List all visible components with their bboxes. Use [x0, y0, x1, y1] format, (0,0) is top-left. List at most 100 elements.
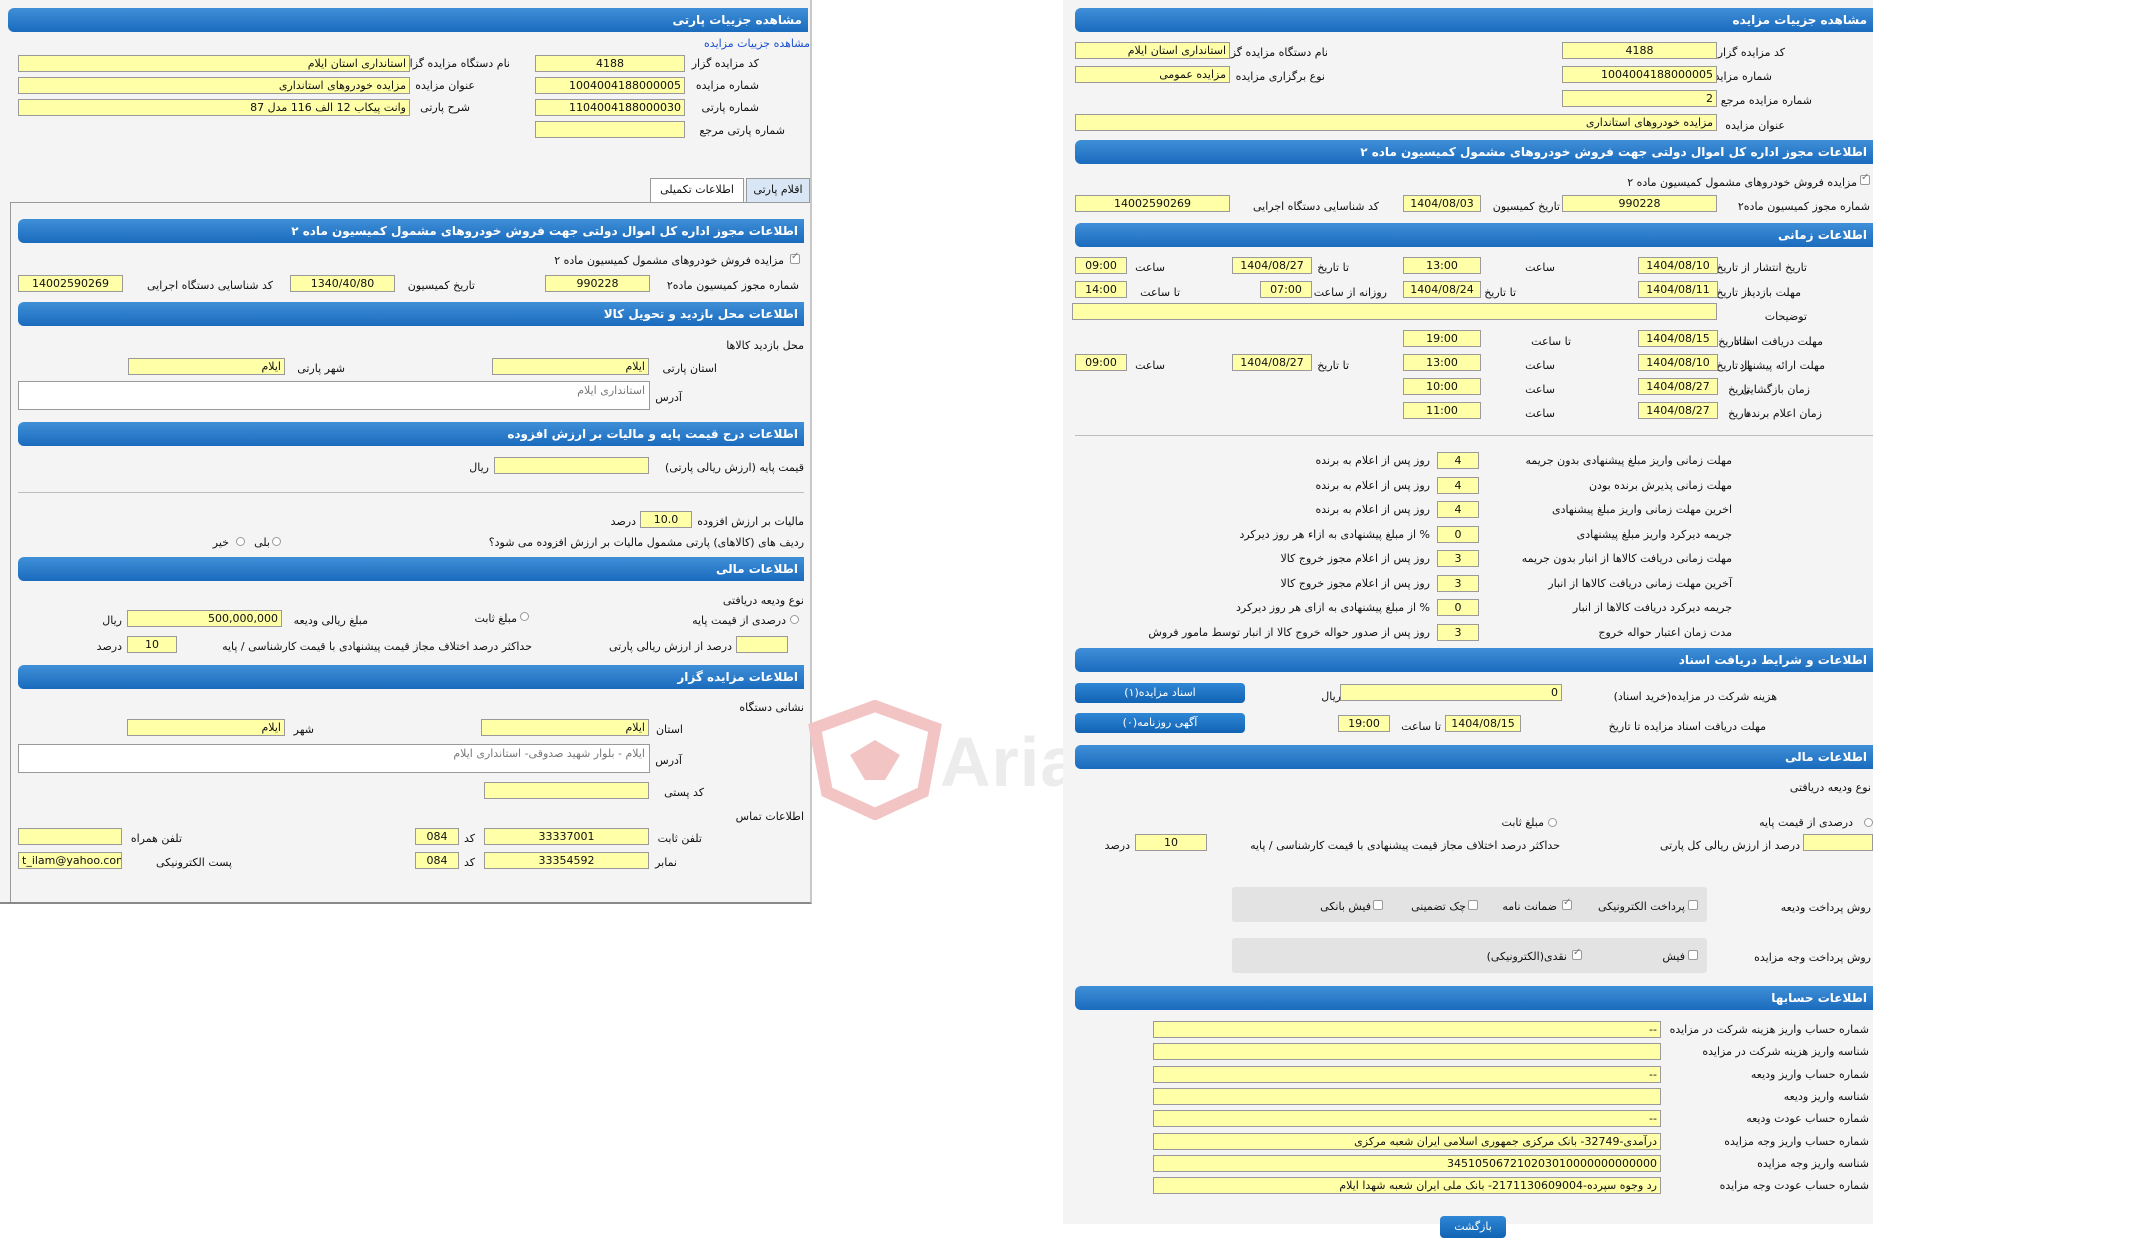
party-ref-field — [535, 121, 685, 138]
account-label: شناسه واریز ودیعه — [1783, 1090, 1869, 1103]
left-finance-bar: اطلاعات مالی — [18, 557, 804, 581]
back-button[interactable]: بازگشت — [1440, 1216, 1506, 1238]
account-label: شماره حساب واریز هزینه شرکت در مزایده — [1669, 1023, 1869, 1036]
fee-unit: ریال — [1321, 690, 1341, 703]
r-fixed-label: مبلغ ثابت — [1501, 816, 1544, 829]
from-date-label: از تاریخ — [1716, 261, 1750, 274]
visit-from-field: 1404/08/11 — [1638, 281, 1718, 298]
r-max-diff-label: حداکثر درصد اختلاف مجاز قیمت پیشنهادی با… — [1250, 839, 1560, 852]
party-no-label: شماره پارتی — [701, 101, 759, 114]
base-price-field — [494, 457, 649, 474]
rule-label: مهلت زمانی دریافت کالاها از انبار بدون ج… — [1521, 552, 1732, 565]
mobile-field — [18, 828, 122, 845]
visit-label: مهلت بازدید — [1746, 286, 1801, 299]
contact-label: اطلاعات تماس — [735, 810, 804, 823]
left-exec-id-label: کد شناسایی دستگاه اجرایی — [146, 279, 273, 292]
rule-label: جریمه دیرکرد دریافت کالاها از انبار — [1572, 601, 1732, 614]
deposit-pay-label: روش پرداخت ودیعه — [1780, 901, 1871, 914]
r-hold-type-field: مزایده عمومی — [1075, 66, 1230, 83]
price-receipt-label: فیش — [1662, 950, 1685, 963]
price-cash-label: نقدی(الکترونیکی) — [1486, 950, 1567, 963]
pay-electronic-checkbox[interactable] — [1688, 900, 1698, 910]
pay-guarantee-checkbox[interactable] — [1562, 897, 1572, 910]
postal-field — [484, 782, 649, 799]
org-label: نام دستگاه مزایده گزار — [404, 57, 510, 70]
to-time-label-2: تا ساعت — [1531, 335, 1571, 348]
r-org-label: نام دستگاه مزایده گزار — [1222, 46, 1328, 59]
r-docs-bar: اطلاعات و شرایط دریافت اسناد — [1075, 648, 1873, 672]
vat-yes-radio[interactable] — [272, 537, 281, 546]
fee-field: 0 — [1340, 684, 1562, 701]
account-value-field: -- — [1153, 1021, 1661, 1038]
tab-extra-info[interactable]: اطلاعات تکمیلی — [650, 178, 744, 202]
divider — [1075, 435, 1873, 436]
rule-value-field: 0 — [1437, 599, 1479, 616]
auction-docs-button[interactable]: اسناد مزایده(۱) — [1075, 683, 1245, 703]
price-cash-checkbox[interactable] — [1572, 947, 1582, 960]
desc-field — [1072, 303, 1717, 320]
left-percent-party-field — [736, 636, 788, 653]
party-ref-label: شماره پارتی مرجع — [699, 124, 785, 137]
r-fixed-radio[interactable] — [1548, 818, 1557, 827]
party-address-label: آدرس — [655, 391, 682, 404]
r-percent-base-radio[interactable] — [1864, 818, 1873, 827]
publish-to-field: 1404/08/27 — [1232, 257, 1312, 274]
newspaper-ad-button[interactable]: آگهی روزنامه(۰) — [1075, 713, 1245, 733]
left-permit-check-label: مزایده فروش خودروهای مشمول کمیسیون ماده … — [554, 254, 784, 267]
deposit-amount-label: مبلغ ریالی ودیعه — [293, 614, 368, 627]
price-receipt-checkbox[interactable] — [1688, 950, 1698, 960]
vat-no-radio[interactable] — [236, 537, 245, 546]
desc-label: توضیحات — [1764, 310, 1807, 323]
left-comm-date-field: 1340/40/80 — [290, 275, 395, 292]
r-code-label: کد مزایده گزار — [1717, 46, 1785, 59]
rule-label: مهلت زمانی واریز مبلغ پیشنهادی بدون جریم… — [1525, 454, 1732, 467]
r-permit-no-label: شماره مجوز کمیسیون ماده۲ — [1737, 200, 1870, 213]
party-city-field: ایلام — [128, 358, 285, 375]
auction-no-field: 1004004188000005 — [535, 77, 685, 94]
pay-check-checkbox[interactable] — [1468, 900, 1478, 910]
time-label: ساعت — [1525, 261, 1555, 274]
left-permit-checkbox[interactable] — [790, 251, 800, 264]
party-desc-field: وانت پیکاب 12 الف 116 مدل 87 — [18, 99, 410, 116]
r-permit-checkbox[interactable] — [1860, 172, 1870, 185]
from-date-label-2: از تاریخ — [1716, 286, 1750, 299]
r-permit-no-field: 990228 — [1562, 195, 1717, 212]
rule-value-field: 4 — [1437, 501, 1479, 518]
open-time-field: 10:00 — [1403, 378, 1481, 395]
account-label: شماره حساب عودت وجه مزایده — [1719, 1179, 1869, 1192]
r-hold-type-label: نوع برگزاری مزایده — [1235, 70, 1325, 83]
party-address-box: استانداری ایلام — [18, 381, 650, 410]
r-max-diff-field: 10 — [1135, 834, 1207, 851]
left-permit-bar: اطلاعات مجوز اداره کل اموال دولتی جهت فر… — [18, 219, 804, 243]
offer-from-time-field: 13:00 — [1403, 354, 1481, 371]
announce-time-field: 11:00 — [1403, 402, 1481, 419]
publish-from-field: 1404/08/10 — [1638, 257, 1718, 274]
area-code-field: 084 — [415, 828, 459, 845]
visit-daily-from-field: 07:00 — [1260, 281, 1312, 298]
left-fixed-radio[interactable] — [520, 612, 529, 621]
account-value-field: -- — [1153, 1066, 1661, 1083]
party-city-label: شهر پارتی — [297, 362, 345, 375]
docs-deadline-label: مهلت دریافت اسناد مزایده تا تاریخ — [1608, 720, 1766, 733]
deposit-amount-field: 500,000,000 — [127, 610, 282, 627]
account-value-field: درآمدی-32749- بانک مرکزی جمهوری اسلامی ا… — [1153, 1133, 1661, 1150]
area-code-label: کد — [463, 832, 475, 845]
time-label-4: ساعت — [1135, 359, 1165, 372]
announce-date-field: 1404/08/27 — [1638, 402, 1718, 419]
auction-details-link[interactable]: مشاهده جزییات مزایده — [704, 37, 810, 50]
pay-receipt-checkbox[interactable] — [1373, 900, 1383, 910]
r-exec-id-label: کد شناسایی دستگاه اجرایی — [1252, 200, 1379, 213]
rule-unit: روز پس از اعلام به برنده — [1315, 454, 1430, 467]
r-code-field: 4188 — [1562, 42, 1717, 59]
date-label-2: تاریخ — [1728, 407, 1750, 420]
left-visit-bar: اطلاعات محل بازدید و تحویل کالا — [18, 302, 804, 326]
to-date-label-4: تا تاریخ — [1317, 359, 1349, 372]
r-time-bar: اطلاعات زمانی — [1075, 223, 1873, 247]
tab-party-items[interactable]: اقلام پارتی — [746, 178, 810, 202]
account-label: شناسه واریز هزینه شرکت در مزایده — [1702, 1045, 1869, 1058]
party-details-title: مشاهده جزییات پارتی — [8, 8, 808, 32]
left-percent-base-radio[interactable] — [790, 615, 799, 624]
auction-no-label: شماره مزایده — [695, 79, 759, 92]
r-ref-no-label: شماره مزایده مرجع — [1720, 94, 1812, 107]
fax-code-field: 084 — [415, 852, 459, 869]
